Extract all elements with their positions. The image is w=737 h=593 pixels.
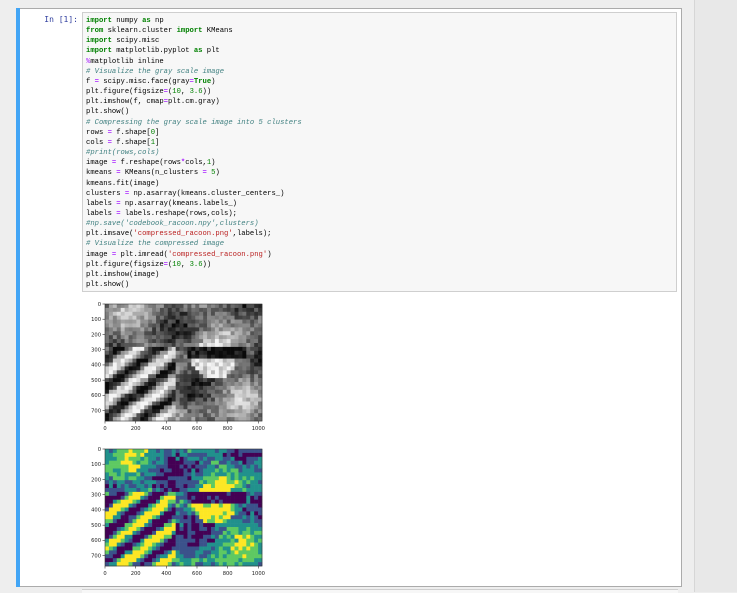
code-line[interactable]: image = f.reshape(rows*cols,1) — [86, 159, 215, 167]
next-cell-edge — [82, 589, 678, 593]
code-line[interactable]: plt.show() — [86, 281, 129, 289]
code-line[interactable]: plt.figure(figsize=(10, 3.6)) — [86, 261, 211, 269]
right-panel — [694, 0, 737, 592]
y-tick-label: 0 — [98, 447, 101, 453]
code-line[interactable]: plt.imsave('compressed_racoon.png',label… — [86, 230, 272, 238]
x-tick-label: 600 — [192, 426, 202, 432]
x-tick-label: 1000 — [252, 571, 265, 577]
y-tick-label: 700 — [91, 553, 101, 559]
code-line[interactable]: labels = labels.reshape(rows,cols); — [86, 210, 237, 218]
code-line[interactable]: #print(rows,cols) — [86, 149, 159, 157]
y-tick-label: 600 — [91, 538, 101, 544]
y-tick-label: 400 — [91, 508, 101, 514]
code-line[interactable]: kmeans.fit(image) — [86, 180, 159, 188]
y-tick-label: 100 — [91, 462, 101, 468]
code-line[interactable]: plt.imshow(image) — [86, 271, 159, 279]
y-tick-label: 700 — [91, 408, 101, 414]
y-tick-label: 600 — [91, 393, 101, 399]
code-line[interactable]: # Compressing the gray scale image into … — [86, 119, 302, 127]
raccoon-clustered-image — [105, 449, 263, 567]
x-tick-label: 400 — [161, 571, 171, 577]
code-line[interactable]: rows = f.shape[0] — [86, 129, 159, 137]
code-line[interactable]: image = plt.imread('compressed_racoon.pn… — [86, 251, 272, 259]
code-line[interactable]: from sklearn.cluster import KMeans — [86, 27, 233, 35]
y-tick-label: 100 — [91, 317, 101, 323]
code-line[interactable]: f = scipy.misc.face(gray=True) — [86, 78, 215, 86]
code-line[interactable]: # Visualize the compressed image — [86, 240, 224, 248]
code-line[interactable]: plt.imshow(f, cmap=plt.cm.gray) — [86, 98, 220, 106]
y-tick-label: 400 — [91, 363, 101, 369]
code-line[interactable]: labels = np.asarray(kmeans.labels_) — [86, 200, 237, 208]
x-tick-label: 0 — [103, 571, 106, 577]
code-line[interactable]: cols = f.shape[1] — [86, 139, 159, 147]
x-tick-label: 0 — [103, 426, 106, 432]
x-tick-label: 800 — [223, 571, 233, 577]
code-line[interactable]: #np.save('codebook_racoon.npy',clusters) — [86, 220, 259, 228]
code-line[interactable]: plt.show() — [86, 108, 129, 116]
y-tick-label: 200 — [91, 332, 101, 338]
raccoon-gray-image — [105, 304, 263, 422]
code-line[interactable]: plt.figure(figsize=(10, 3.6)) — [86, 88, 211, 96]
y-tick-label: 300 — [91, 493, 101, 499]
plot-grayscale: 0 200 400 600 800 1000 0 100 200 300 400 500 600 700 — [84, 298, 274, 434]
code-line[interactable]: import numpy as np — [86, 17, 164, 25]
output-collapse-bar[interactable] — [18, 294, 20, 585]
x-tick-label: 200 — [131, 426, 141, 432]
code-line[interactable]: import matplotlib.pyplot as plt — [86, 47, 220, 55]
x-tick-label: 600 — [192, 571, 202, 577]
y-tick-label: 500 — [91, 523, 101, 529]
y-tick-label: 300 — [91, 348, 101, 354]
y-tick-label: 500 — [91, 378, 101, 384]
y-tick-label: 0 — [98, 302, 101, 308]
code-line[interactable]: import scipy.misc — [86, 37, 159, 45]
plot-compressed: 0 200 400 600 800 1000 0 100 200 300 400 500 600 700 — [84, 443, 274, 579]
code-line[interactable]: clusters = np.asarray(kmeans.cluster_cen… — [86, 190, 284, 198]
y-tick-label: 200 — [91, 477, 101, 483]
code-line[interactable]: kmeans = KMeans(n_clusters = 5) — [86, 169, 220, 177]
x-tick-label: 1000 — [252, 426, 265, 432]
code-line[interactable]: # Visualize the gray scale image — [86, 68, 224, 76]
x-tick-label: 400 — [161, 426, 171, 432]
input-prompt: In [1]: — [44, 15, 78, 24]
code-editor[interactable]: import numpy as np from sklearn.cluster … — [82, 12, 677, 292]
code-text[interactable]: import numpy as np from sklearn.cluster … — [86, 16, 302, 290]
code-line[interactable]: %matplotlib inline — [86, 58, 164, 66]
x-tick-label: 200 — [131, 571, 141, 577]
x-tick-label: 800 — [223, 426, 233, 432]
